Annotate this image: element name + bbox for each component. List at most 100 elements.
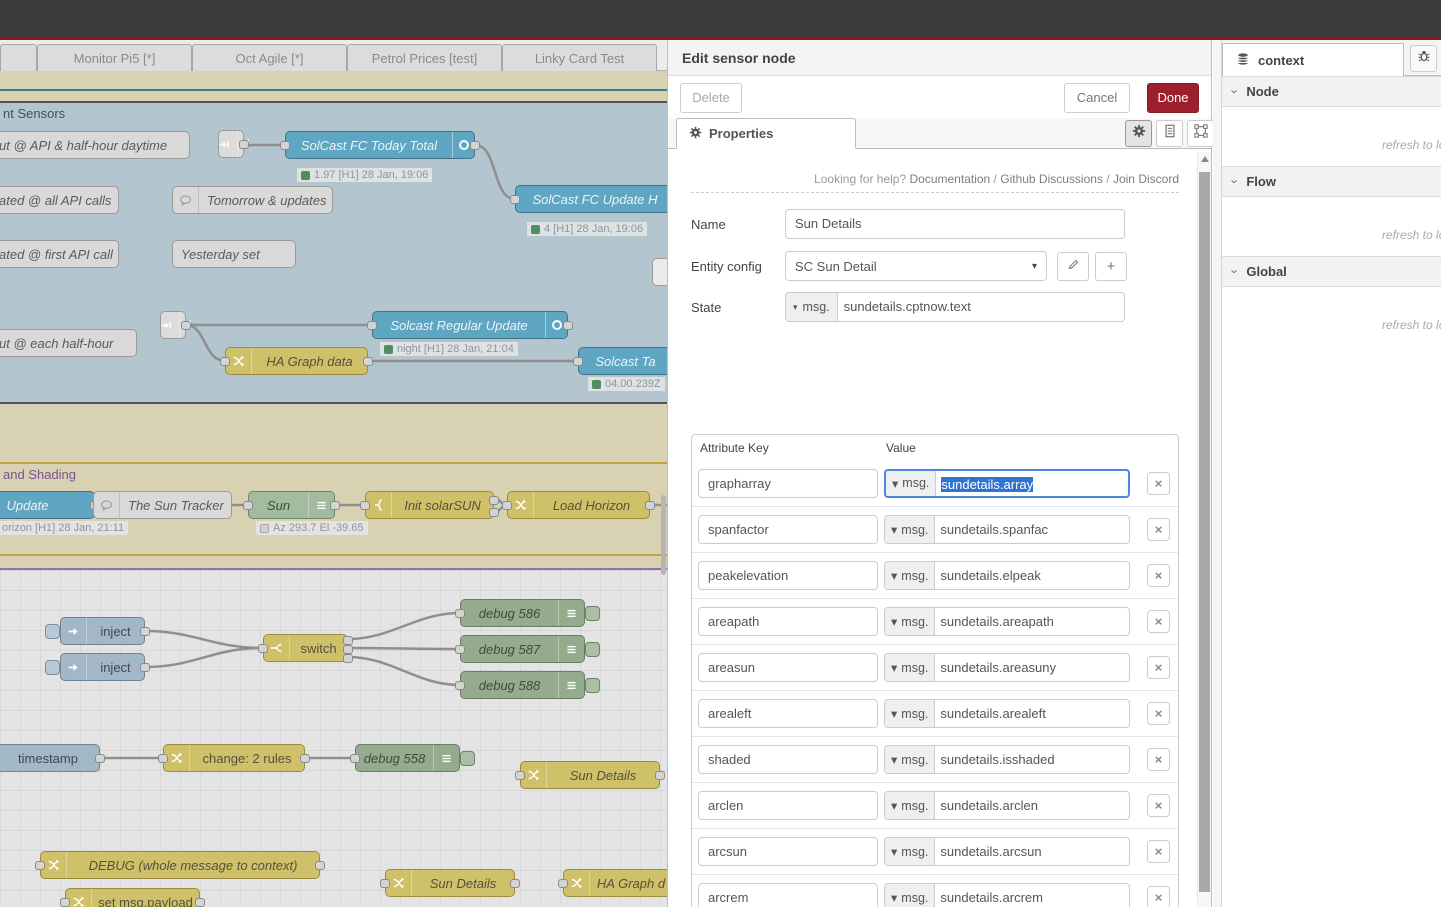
typed-input-type-button[interactable]: ▾msg. [885, 654, 935, 681]
node-debug-587[interactable]: debug 587 [460, 635, 585, 663]
input-port[interactable] [455, 645, 465, 654]
node-partial-node[interactable] [652, 258, 667, 286]
delete-button[interactable]: Delete [680, 83, 742, 113]
node-load-horizon[interactable]: Load Horizon [507, 491, 650, 519]
node-debug-586[interactable]: debug 586 [460, 599, 585, 627]
node-comment-each-halfhour[interactable]: ut @ each half-hour [0, 329, 137, 357]
attribute-key-input[interactable]: grapharray [698, 469, 878, 498]
remove-attribute-button[interactable]: × [1147, 840, 1170, 863]
input-port[interactable] [258, 644, 268, 653]
sidebar-section-global[interactable]: ›Global [1222, 256, 1441, 287]
node-inject-1[interactable]: inject [60, 617, 145, 645]
output-port[interactable] [315, 861, 325, 870]
attribute-key-input[interactable]: arclen [698, 791, 878, 820]
typed-input-type-button[interactable]: ▾msg. [885, 562, 935, 589]
node-link-in-1[interactable] [218, 130, 244, 158]
documentation-link[interactable]: Documentation [910, 172, 991, 186]
node-button[interactable] [460, 751, 475, 766]
remove-attribute-button[interactable]: × [1147, 610, 1170, 633]
attribute-key-input[interactable]: spanfactor [698, 515, 878, 544]
remove-attribute-button[interactable]: × [1147, 886, 1170, 907]
add-entity-button[interactable]: + [1095, 252, 1127, 281]
input-port[interactable] [60, 898, 70, 907]
output-port[interactable] [470, 141, 480, 150]
input-port[interactable] [455, 609, 465, 618]
done-button[interactable]: Done [1147, 83, 1199, 113]
remove-attribute-button[interactable]: × [1147, 472, 1170, 495]
input-port[interactable] [158, 754, 168, 763]
join-discord-link[interactable]: Join Discord [1113, 172, 1179, 186]
node-comment-yesterday-set[interactable]: Yesterday set [172, 240, 296, 268]
input-port[interactable] [455, 681, 465, 690]
node-ha-graph-change[interactable]: HA Graph d [563, 869, 667, 897]
input-port[interactable] [515, 771, 525, 780]
node-sun-details-change-1[interactable]: Sun Details [520, 761, 660, 789]
attribute-value-input[interactable]: ▾msg.sundetails.areasuny [884, 653, 1130, 682]
output-port[interactable] [343, 654, 353, 663]
node-debug-558[interactable]: debug 558 [355, 744, 460, 772]
output-port[interactable] [655, 771, 665, 780]
entity-config-select[interactable]: SC Sun Detail ▾ [785, 251, 1047, 281]
attribute-value-input[interactable]: ▾msg.sundetails.areapath [884, 607, 1130, 636]
sidebar-resize-handle[interactable] [1213, 40, 1222, 907]
node-sun-details-change-2[interactable]: Sun Details [385, 869, 515, 897]
typed-input-type-button[interactable]: ▾msg. [885, 792, 935, 819]
node-debug-588[interactable]: debug 588 [460, 671, 585, 699]
scrollbar-thumb[interactable] [1199, 172, 1210, 892]
workspace-tab-petrol-prices-test[interactable]: Petrol Prices [test] [347, 44, 502, 71]
output-port[interactable] [239, 140, 249, 149]
flow-canvas[interactable]: Monitor Pi5 [*]Oct Agile [*]Petrol Price… [0, 40, 667, 907]
output-port[interactable] [363, 357, 373, 366]
remove-attribute-button[interactable]: × [1147, 794, 1170, 817]
properties-icon-button[interactable] [1125, 120, 1152, 147]
attribute-key-input[interactable]: areapath [698, 607, 878, 636]
remove-attribute-button[interactable]: × [1147, 564, 1170, 587]
workspace-tab-oct-agile[interactable]: Oct Agile [*] [192, 44, 347, 71]
remove-attribute-button[interactable]: × [1147, 656, 1170, 679]
node-button[interactable] [585, 606, 600, 621]
name-input[interactable]: Sun Details [785, 209, 1125, 239]
node-ha-graph-data[interactable]: HA Graph data [225, 347, 368, 375]
node-sun-node[interactable]: Sun [248, 491, 335, 519]
node-solcast-fc-today-total[interactable]: SolCast FC Today Total [285, 131, 475, 159]
typed-input-type-button[interactable]: ▾msg. [885, 746, 935, 773]
input-port[interactable] [243, 501, 253, 510]
input-port[interactable] [558, 879, 568, 888]
output-port[interactable] [195, 898, 205, 907]
debug-sidebar-button[interactable] [1410, 45, 1437, 72]
dialog-scrollbar[interactable] [1197, 152, 1211, 907]
attribute-value-input[interactable]: ▾msg.sundetails.arclen [884, 791, 1130, 820]
input-port[interactable] [380, 879, 390, 888]
node-inject-timestamp[interactable]: timestamp [0, 744, 100, 772]
attribute-value-input[interactable]: ▾msg.sundetails.arcrem [884, 883, 1130, 907]
output-port[interactable] [489, 496, 499, 505]
attribute-key-input[interactable]: arcsun [698, 837, 878, 866]
attribute-key-input[interactable]: shaded [698, 745, 878, 774]
sidebar-section-flow[interactable]: ›Flow [1222, 166, 1441, 197]
output-port[interactable] [645, 501, 655, 510]
node-comment-the-sun-tracker[interactable]: The Sun Tracker [93, 491, 232, 519]
output-port[interactable] [510, 879, 520, 888]
tab-context[interactable]: context [1222, 43, 1404, 77]
input-port[interactable] [367, 321, 377, 330]
node-link-in-2[interactable] [160, 311, 186, 339]
node-change-2-rules[interactable]: change: 2 rules [163, 744, 305, 772]
sidebar-section-node[interactable]: ›Node [1222, 76, 1441, 107]
attribute-value-input[interactable]: ▾msg.sundetails.arcsun [884, 837, 1130, 866]
input-port[interactable] [573, 357, 583, 366]
output-port[interactable] [95, 754, 105, 763]
input-port[interactable] [350, 754, 360, 763]
input-port[interactable] [502, 501, 512, 510]
workspace-tab-blank[interactable] [0, 44, 37, 71]
flow-area[interactable]: nt Sensors and Shading ut @ API & half-h… [0, 71, 667, 907]
node-comment-first-api-call[interactable]: ated @ first API call [0, 240, 119, 268]
output-port[interactable] [140, 627, 150, 636]
input-port[interactable] [35, 861, 45, 870]
typed-input-type-button[interactable]: ▾msg. [885, 608, 935, 635]
attribute-value-input[interactable]: ▾msg.sundetails.elpeak [884, 561, 1130, 590]
output-port[interactable] [330, 501, 340, 510]
output-port[interactable] [343, 645, 353, 654]
canvas-scrollbar-thumb[interactable] [661, 495, 666, 575]
workspace-tab-monitor-pi5[interactable]: Monitor Pi5 [*] [37, 44, 192, 71]
edit-entity-button[interactable] [1057, 252, 1089, 281]
